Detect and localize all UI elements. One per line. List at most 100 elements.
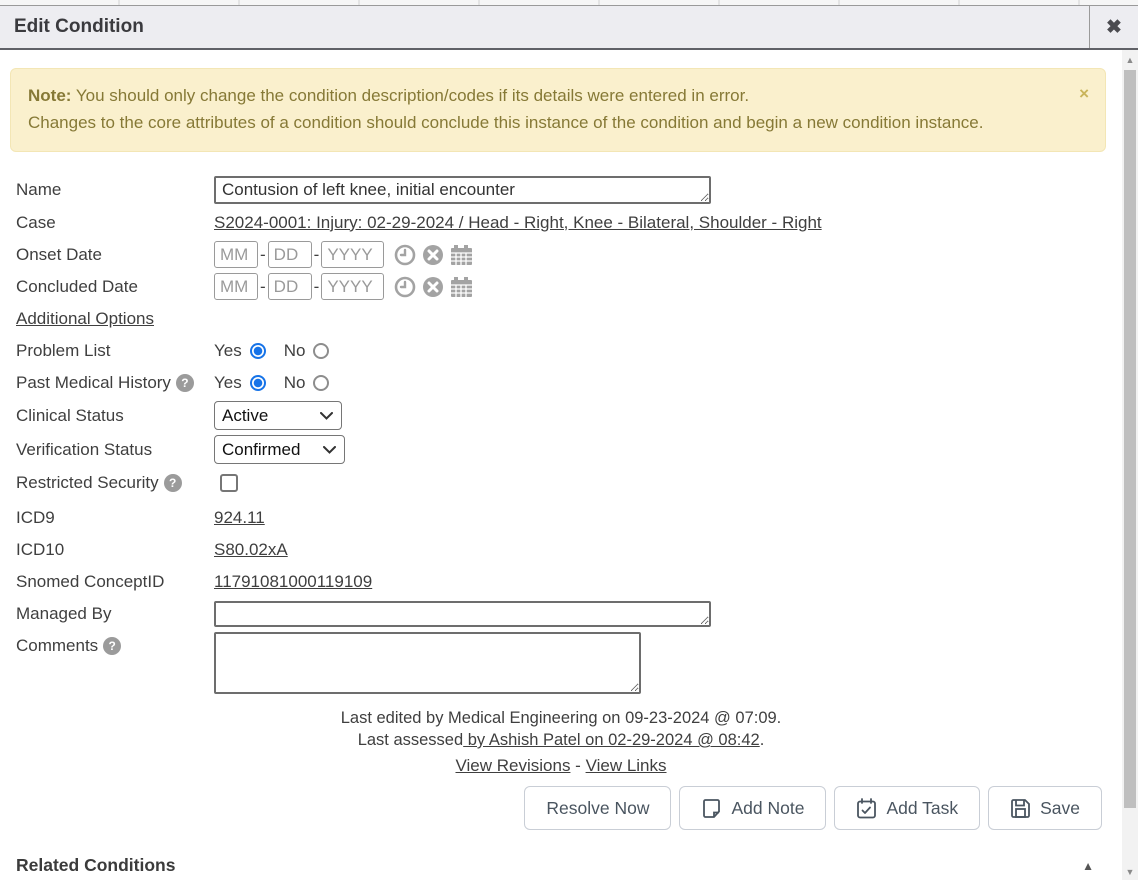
onset-calendar-icon[interactable]: [450, 244, 473, 266]
last-assessed-suffix: .: [760, 731, 765, 749]
comments-label: Comments: [16, 636, 98, 656]
onset-month-input[interactable]: [214, 241, 258, 268]
save-floppy-icon: [1010, 798, 1031, 819]
chevron-down-icon: [323, 446, 336, 454]
save-label: Save: [1040, 798, 1080, 819]
pmh-yes-radio[interactable]: [250, 375, 266, 391]
restricted-security-row: Restricted Security ?: [16, 469, 1122, 496]
vertical-scrollbar[interactable]: ▲ ▼: [1122, 50, 1138, 880]
view-links-link[interactable]: View Links: [586, 756, 667, 775]
managed-by-input[interactable]: [214, 601, 711, 627]
audit-block: Last edited by Medical Engineering on 09…: [0, 708, 1122, 751]
close-button[interactable]: ✖: [1089, 6, 1138, 48]
past-medical-history-row: Past Medical History ? Yes No: [16, 369, 1122, 396]
resolve-now-button[interactable]: Resolve Now: [524, 786, 671, 830]
onset-day-input[interactable]: [268, 241, 312, 268]
verification-status-select[interactable]: Confirmed: [214, 435, 345, 464]
last-assessed-prefix: Last assessed: [358, 731, 463, 749]
note-line1: You should only change the condition des…: [76, 86, 749, 105]
scrollbar-thumb[interactable]: [1124, 70, 1136, 808]
modal-header: Edit Condition ✖: [0, 5, 1138, 50]
problem-list-no-label: No: [284, 341, 306, 361]
clinical-status-row: Clinical Status Active: [16, 401, 1122, 430]
problem-list-label: Problem List: [16, 341, 214, 361]
past-medical-history-label: Past Medical History: [16, 373, 171, 393]
note-prefix: Note:: [28, 86, 71, 105]
link-separator: -: [570, 756, 585, 775]
clinical-status-select[interactable]: Active: [214, 401, 342, 430]
icd9-link[interactable]: 924.11: [214, 508, 265, 528]
save-button[interactable]: Save: [988, 786, 1102, 830]
task-calendar-icon: [856, 798, 877, 819]
snomed-row: Snomed ConceptID 11791081000119109: [16, 568, 1122, 595]
comments-row: Comments ?: [16, 632, 1122, 694]
icd9-label: ICD9: [16, 508, 214, 528]
managed-by-row: Managed By: [16, 600, 1122, 627]
date-separator: -: [314, 245, 320, 265]
onset-year-input[interactable]: [321, 241, 384, 268]
note-line2: Changes to the core attributes of a cond…: [28, 113, 983, 132]
add-note-button[interactable]: Add Note: [679, 786, 826, 830]
name-row: Name Contusion of left knee, initial enc…: [16, 176, 1122, 204]
name-input[interactable]: Contusion of left knee, initial encounte…: [214, 176, 711, 204]
comments-input[interactable]: [214, 632, 641, 694]
date-separator: -: [260, 245, 266, 265]
close-icon: ✖: [1106, 16, 1122, 39]
verification-status-label: Verification Status: [16, 440, 214, 460]
additional-options-row: Additional Options: [16, 305, 1122, 332]
resolve-now-label: Resolve Now: [546, 798, 649, 819]
concluded-date-label: Concluded Date: [16, 277, 214, 297]
restricted-security-help-icon[interactable]: ?: [164, 474, 182, 492]
case-label: Case: [16, 213, 214, 233]
additional-options-link[interactable]: Additional Options: [16, 309, 154, 329]
note-banner: Note: You should only change the conditi…: [10, 68, 1106, 152]
note-icon: [701, 798, 722, 819]
note-dismiss-icon[interactable]: ×: [1079, 80, 1089, 107]
pmh-no-label: No: [284, 373, 306, 393]
managed-by-label: Managed By: [16, 604, 214, 624]
past-medical-history-help-icon[interactable]: ?: [176, 374, 194, 392]
view-revisions-link[interactable]: View Revisions: [455, 756, 570, 775]
related-conditions-header[interactable]: Related Conditions ▲: [16, 855, 1094, 876]
comments-help-icon[interactable]: ?: [103, 637, 121, 655]
add-task-label: Add Task: [886, 798, 958, 819]
modal-title: Edit Condition: [0, 16, 1089, 38]
add-task-button[interactable]: Add Task: [834, 786, 980, 830]
scroll-up-arrow-icon[interactable]: ▲: [1122, 52, 1138, 68]
restricted-security-checkbox[interactable]: [220, 474, 238, 492]
concluded-month-input[interactable]: [214, 273, 258, 300]
add-note-label: Add Note: [731, 798, 804, 819]
action-buttons: Resolve Now Add Note Add Task Save: [524, 786, 1102, 830]
icd10-row: ICD10 S80.02xA: [16, 536, 1122, 563]
concluded-date-row: Concluded Date - -: [16, 273, 1122, 300]
case-link[interactable]: S2024-0001: Injury: 02-29-2024 / Head - …: [214, 213, 822, 233]
verification-status-row: Verification Status Confirmed: [16, 435, 1122, 464]
related-conditions-title: Related Conditions: [16, 855, 175, 876]
problem-list-yes-radio[interactable]: [250, 343, 266, 359]
snomed-link[interactable]: 11791081000119109: [214, 572, 372, 592]
concluded-now-clock-icon[interactable]: [394, 276, 416, 298]
clinical-status-value: Active: [222, 406, 268, 426]
verification-status-value: Confirmed: [222, 440, 300, 460]
onset-clear-icon[interactable]: [422, 244, 444, 266]
restricted-security-label: Restricted Security: [16, 473, 159, 493]
concluded-day-input[interactable]: [268, 273, 312, 300]
pmh-yes-label: Yes: [214, 373, 242, 393]
name-label: Name: [16, 180, 214, 200]
concluded-calendar-icon[interactable]: [450, 276, 473, 298]
pmh-no-radio[interactable]: [313, 375, 329, 391]
chevron-down-icon: [320, 412, 333, 420]
onset-date-label: Onset Date: [16, 245, 214, 265]
snomed-label: Snomed ConceptID: [16, 572, 214, 592]
case-row: Case S2024-0001: Injury: 02-29-2024 / He…: [16, 209, 1122, 236]
problem-list-no-radio[interactable]: [313, 343, 329, 359]
concluded-year-input[interactable]: [321, 273, 384, 300]
scroll-down-arrow-icon[interactable]: ▼: [1122, 864, 1138, 880]
collapse-arrow-icon[interactable]: ▲: [1082, 859, 1094, 873]
last-edited-text: Last edited by Medical Engineering on 09…: [0, 708, 1122, 729]
onset-now-clock-icon[interactable]: [394, 244, 416, 266]
modal-content: Note: You should only change the conditi…: [0, 50, 1122, 880]
icd10-link[interactable]: S80.02xA: [214, 540, 288, 560]
last-assessed-link[interactable]: by Ashish Patel on 02-29-2024 @ 08:42: [463, 731, 760, 749]
concluded-clear-icon[interactable]: [422, 276, 444, 298]
